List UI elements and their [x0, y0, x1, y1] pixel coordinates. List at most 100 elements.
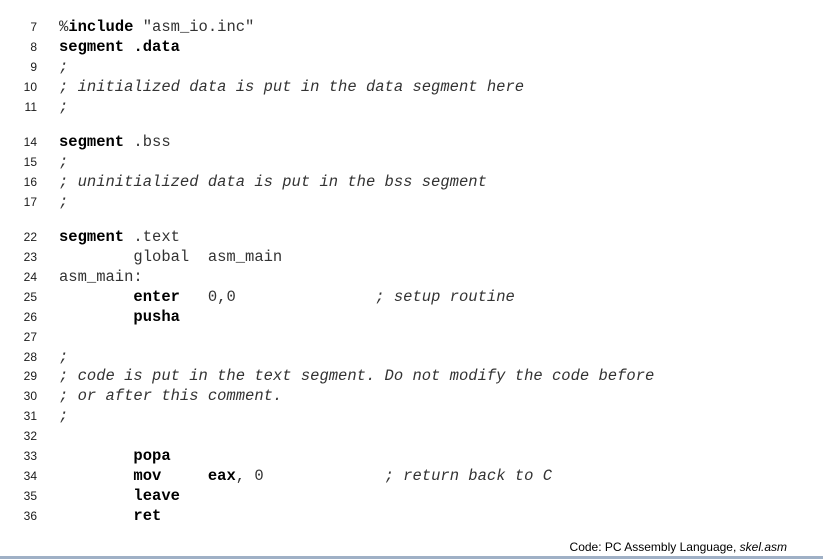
caption-filename: skel.asm	[739, 540, 787, 554]
line-code: enter 0,0 ; setup routine	[59, 287, 514, 307]
line-code: ;	[59, 97, 68, 117]
code-line: 8 segment .data	[0, 37, 800, 57]
code-line: 32	[0, 426, 800, 446]
code-text: "asm_io.inc"	[133, 18, 255, 36]
code-line: 16 ; uninitialized data is put in the bss…	[0, 172, 800, 192]
line-code: ;	[59, 406, 68, 426]
code-comment: ;	[59, 193, 69, 211]
code-line: 34 mov eax, 0 ; return back to C	[0, 466, 800, 486]
line-number: 14	[23, 135, 37, 149]
line-number: 24	[23, 270, 37, 284]
code-line: 24 asm_main:	[0, 267, 800, 287]
line-number: 22	[23, 230, 37, 244]
code-line: 36 ret	[0, 506, 800, 526]
code-comment: ;	[59, 98, 69, 116]
line-code: segment .text	[59, 227, 180, 247]
line-code: global asm_main	[59, 247, 282, 267]
code-line: 30 ; or after this comment.	[0, 386, 800, 406]
line-number: 25	[23, 290, 37, 304]
line-number: 23	[23, 250, 37, 264]
code-line: 33 popa	[0, 446, 800, 466]
line-code: ; uninitialized data is put in the bss s…	[59, 172, 487, 192]
code-keyword: eax	[207, 467, 236, 485]
line-code: segment .bss	[59, 132, 171, 152]
code-line: 28;	[0, 347, 800, 367]
code-comment: ;	[59, 153, 69, 171]
line-code: %include "asm_io.inc"	[59, 17, 254, 37]
line-code: mov eax, 0 ; return back to C	[59, 466, 552, 486]
code-line: 14 segment .bss	[0, 132, 800, 152]
code-keyword: .data	[133, 38, 180, 56]
code-text: asm_main:	[59, 268, 143, 286]
code-line: 31;	[0, 406, 800, 426]
line-code: ; code is put in the text segment. Do no…	[59, 366, 654, 386]
code-keyword: enter	[133, 288, 180, 306]
code-line: 17;	[0, 192, 800, 212]
code-text: .text	[124, 228, 180, 246]
code-keyword: pusha	[133, 308, 180, 326]
line-code: ;	[59, 192, 68, 212]
code-keyword: segment	[59, 38, 125, 56]
code-comment: ;	[59, 407, 69, 425]
line-code: ;	[59, 152, 68, 172]
line-number: 7	[30, 20, 37, 34]
code-comment: ; or after this comment.	[59, 387, 283, 405]
line-number: 36	[23, 509, 37, 523]
line-number: 17	[23, 195, 37, 209]
code-comment: ; code is put in the text segment. Do no…	[59, 367, 655, 385]
code-comment: ; initialized data is put in the data se…	[59, 78, 525, 96]
line-code: ; initialized data is put in the data se…	[59, 77, 524, 97]
code-keyword: ret	[133, 507, 162, 525]
line-code: ret	[59, 506, 161, 526]
line-number: 35	[23, 489, 37, 503]
code-line: 9;	[0, 57, 800, 77]
code-line: 22 segment .text	[0, 227, 800, 247]
line-number: 31	[23, 409, 37, 423]
code-text: , 0	[235, 467, 385, 485]
code-comment: ; return back to C	[384, 467, 553, 485]
code-text: %	[59, 18, 69, 36]
line-number: 30	[23, 389, 37, 403]
caption-prefix: Code: PC Assembly Language,	[569, 540, 740, 554]
code-line: 29 ; code is put in the text segment. Do …	[0, 366, 800, 386]
line-number: 10	[23, 80, 37, 94]
line-number: 34	[23, 469, 37, 483]
line-code: pusha	[59, 307, 180, 327]
code-line: 25 enter 0,0 ; setup routine	[0, 287, 800, 307]
line-code: ; or after this comment.	[59, 386, 282, 406]
code-keyword: include	[68, 18, 134, 36]
code-line: 15;	[0, 152, 800, 172]
line-number: 16	[23, 175, 37, 189]
line-number: 11	[24, 100, 37, 114]
line-number: 32	[23, 429, 37, 443]
line-number: 28	[23, 350, 37, 364]
code-comment: ;	[59, 348, 69, 366]
source-caption: Code: PC Assembly Language, skel.asm	[570, 540, 787, 554]
code-line: 10 ; initialized data is put in the data …	[0, 77, 800, 97]
line-code: popa	[59, 446, 171, 466]
code-keyword: segment	[59, 228, 125, 246]
code-keyword: leave	[133, 487, 180, 505]
code-keyword: mov	[133, 467, 162, 485]
code-line: 27	[0, 327, 800, 347]
code-keyword: popa	[133, 447, 171, 465]
line-number: 33	[23, 449, 37, 463]
line-number: 8	[30, 40, 37, 54]
line-code: asm_main:	[59, 267, 143, 287]
code-line: 26 pusha	[0, 307, 800, 327]
line-code: ;	[59, 57, 68, 77]
line-number: 9	[30, 60, 37, 74]
line-code: segment .data	[59, 37, 180, 57]
code-listing: 7 %include "asm_io.inc" 8 segment .data 9; 10…	[0, 0, 823, 540]
code-text: global asm_main	[59, 248, 283, 266]
line-code: leave	[59, 486, 180, 506]
code-comment: ;	[59, 58, 69, 76]
code-keyword: segment	[59, 133, 125, 151]
line-number: 27	[23, 330, 37, 344]
